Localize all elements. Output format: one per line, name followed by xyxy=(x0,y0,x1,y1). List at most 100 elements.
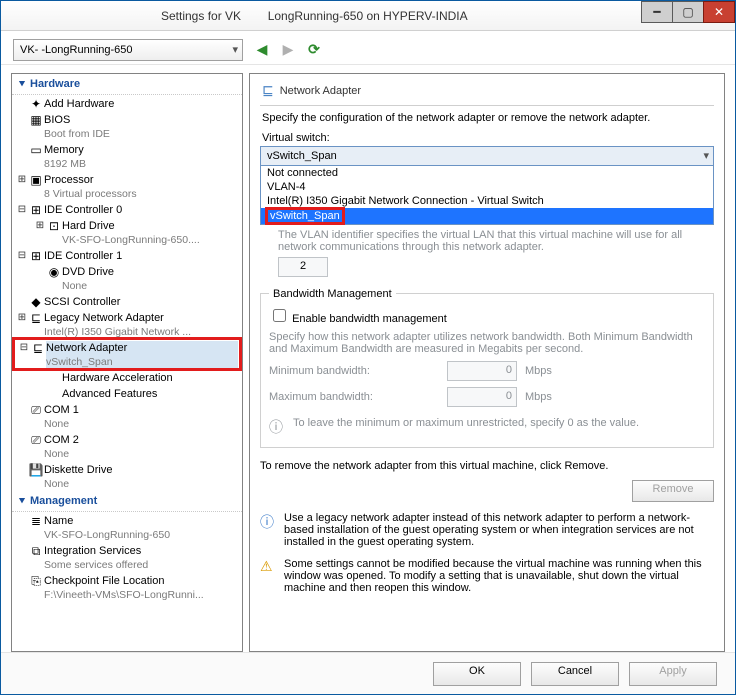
bandwidth-group-label: Bandwidth Management xyxy=(269,288,396,300)
close-button[interactable]: ✕ xyxy=(703,1,735,23)
min-bandwidth-label: Minimum bandwidth: xyxy=(269,365,439,377)
legacy-adapter-info: Use a legacy network adapter instead of … xyxy=(284,512,714,548)
maximize-button[interactable]: ▢ xyxy=(672,1,704,23)
tree-item-sublabel: 8 Virtual processors xyxy=(44,187,240,201)
switch-option[interactable]: Not connected xyxy=(261,166,713,180)
tree-item[interactable]: ✦Add Hardware xyxy=(12,95,242,111)
expand-icon xyxy=(16,463,28,491)
tree-item-icon: 💾 xyxy=(28,463,44,491)
tree-item-label: Name xyxy=(44,514,240,528)
titlebar: Settings for VK LongRunning-650 on HYPER… xyxy=(1,1,735,31)
tree-item-icon: ✦ xyxy=(28,97,44,111)
max-bandwidth-label: Maximum bandwidth: xyxy=(269,391,439,403)
tree-item-label: DVD Drive xyxy=(62,265,240,279)
tree-item[interactable]: ≣NameVK-SFO-LongRunning-650 xyxy=(12,512,242,542)
tree-item-sublabel: VK-SFO-LongRunning-650.... xyxy=(62,233,240,247)
tree-item-icon: ◆ xyxy=(28,295,44,309)
virtual-switch-dropdown[interactable]: Not connected VLAN-4 Intel(R) I350 Gigab… xyxy=(260,166,714,225)
cancel-button[interactable]: Cancel xyxy=(531,662,619,686)
enable-bandwidth-checkbox[interactable] xyxy=(273,309,286,322)
expand-icon xyxy=(16,113,28,141)
tree-item-icon: ▦ xyxy=(28,113,44,141)
expand-icon[interactable]: ⊟ xyxy=(18,341,30,369)
collapse-icon[interactable]: ⯆ xyxy=(18,79,26,90)
tree-item-icon: ⊑ xyxy=(30,341,46,369)
tree-item[interactable]: Advanced Features xyxy=(12,385,242,401)
dialog-footer: OK Cancel Apply xyxy=(1,652,735,694)
info-icon: ⓘ xyxy=(260,512,276,548)
nav-forward-icon: ▶ xyxy=(281,41,295,58)
tree-item[interactable]: ⎚COM 2None xyxy=(12,431,242,461)
tree-item[interactable]: ⎘Checkpoint File LocationF:\Vineeth-VMs\… xyxy=(12,572,242,602)
collapse-icon[interactable]: ⯆ xyxy=(18,496,26,507)
tree-item[interactable]: ⊞▣Processor8 Virtual processors xyxy=(12,171,242,201)
expand-icon xyxy=(16,295,28,309)
tree-item-sublabel: F:\Vineeth-VMs\SFO-LongRunni... xyxy=(44,588,240,602)
tree-item-sublabel: None xyxy=(62,279,240,293)
tree-item[interactable]: ⊟⊞IDE Controller 1 xyxy=(12,247,242,263)
expand-icon[interactable]: ⊟ xyxy=(16,203,28,217)
tree-item-label: Hard Drive xyxy=(62,219,240,233)
unit-label: Mbps xyxy=(525,391,552,403)
tree-item-icon xyxy=(46,371,62,385)
warning-icon: ⚠ xyxy=(260,558,276,594)
tree-item[interactable]: ▭Memory8192 MB xyxy=(12,141,242,171)
tree-item[interactable]: 💾Diskette DriveNone xyxy=(12,461,242,491)
tree-item[interactable]: ◉DVD DriveNone xyxy=(12,263,242,293)
apply-button: Apply xyxy=(629,662,717,686)
refresh-icon[interactable]: ⟳ xyxy=(307,41,321,58)
tree-item[interactable]: ⧉Integration ServicesSome services offer… xyxy=(12,542,242,572)
tree-item[interactable]: Hardware Acceleration xyxy=(12,369,242,385)
switch-option[interactable]: Intel(R) I350 Gigabit Network Connection… xyxy=(261,194,713,208)
tree-item-sublabel: 8192 MB xyxy=(44,157,240,171)
switch-option-selected[interactable]: vSwitch_Span xyxy=(261,208,713,224)
expand-icon[interactable]: ⊟ xyxy=(16,249,28,263)
tree-item-icon: ⊑ xyxy=(28,311,44,339)
ok-button[interactable]: OK xyxy=(433,662,521,686)
tree-item[interactable]: ◆SCSI Controller xyxy=(12,293,242,309)
tree-item-label: SCSI Controller xyxy=(44,295,240,309)
switch-option[interactable]: VLAN-4 xyxy=(261,180,713,194)
virtual-switch-combo[interactable]: vSwitch_Span xyxy=(260,146,714,166)
min-bandwidth-input: 0 xyxy=(447,361,517,381)
tree-item-label: Memory xyxy=(44,143,240,157)
enable-bandwidth-label: Enable bandwidth management xyxy=(292,313,447,325)
vlan-note: The VLAN identifier specifies the virtua… xyxy=(278,229,712,253)
bandwidth-tip: To leave the minimum or maximum unrestri… xyxy=(293,417,705,437)
remove-button: Remove xyxy=(632,480,714,502)
tree-item[interactable]: ⊞⊑Legacy Network AdapterIntel(R) I350 Gi… xyxy=(12,309,242,339)
hardware-header: ⯆ Hardware xyxy=(12,74,242,95)
expand-icon xyxy=(16,514,28,542)
tree-item-icon: ⧉ xyxy=(28,544,44,572)
tree-item-label: Processor xyxy=(44,173,240,187)
tree-item-label: Network Adapter xyxy=(46,341,238,355)
tree-item-label: BIOS xyxy=(44,113,240,127)
expand-icon[interactable]: ⊞ xyxy=(34,219,46,247)
tree-item[interactable]: ⊟⊞IDE Controller 0 xyxy=(12,201,242,217)
virtual-switch-label: Virtual switch: xyxy=(262,132,712,144)
tree-item-label: Advanced Features xyxy=(62,387,240,401)
settings-tree[interactable]: ⯆ Hardware ✦Add Hardware▦BIOSBoot from I… xyxy=(11,73,243,652)
vlan-id-input[interactable]: 2 xyxy=(278,257,328,277)
tree-item[interactable]: ⎚COM 1None xyxy=(12,401,242,431)
tree-item-sublabel: Boot from IDE xyxy=(44,127,240,141)
tree-item-icon: ◉ xyxy=(46,265,62,293)
vm-selector[interactable]: VK- -LongRunning-650 xyxy=(13,39,243,61)
panel-title: Network Adapter xyxy=(280,85,361,97)
toolbar: VK- -LongRunning-650 ◀ ▶ ⟳ xyxy=(1,31,735,65)
tree-item-sublabel: Some services offered xyxy=(44,558,240,572)
unit-label: Mbps xyxy=(525,365,552,377)
expand-icon xyxy=(16,97,28,111)
tree-item-sublabel: Intel(R) I350 Gigabit Network ... xyxy=(44,325,240,339)
bandwidth-note: Specify how this network adapter utilize… xyxy=(269,331,705,355)
tree-item-label: Add Hardware xyxy=(44,97,240,111)
tree-item-sublabel: None xyxy=(44,447,240,461)
tree-item[interactable]: ⊟⊑Network AdaptervSwitch_Span xyxy=(14,339,240,369)
minimize-button[interactable]: ━ xyxy=(641,1,673,23)
nav-back-icon[interactable]: ◀ xyxy=(255,41,269,58)
tree-item-icon: ⎘ xyxy=(28,574,44,602)
expand-icon[interactable]: ⊞ xyxy=(16,311,28,339)
tree-item[interactable]: ▦BIOSBoot from IDE xyxy=(12,111,242,141)
tree-item[interactable]: ⊞⊡Hard DriveVK-SFO-LongRunning-650.... xyxy=(12,217,242,247)
expand-icon[interactable]: ⊞ xyxy=(16,173,28,201)
